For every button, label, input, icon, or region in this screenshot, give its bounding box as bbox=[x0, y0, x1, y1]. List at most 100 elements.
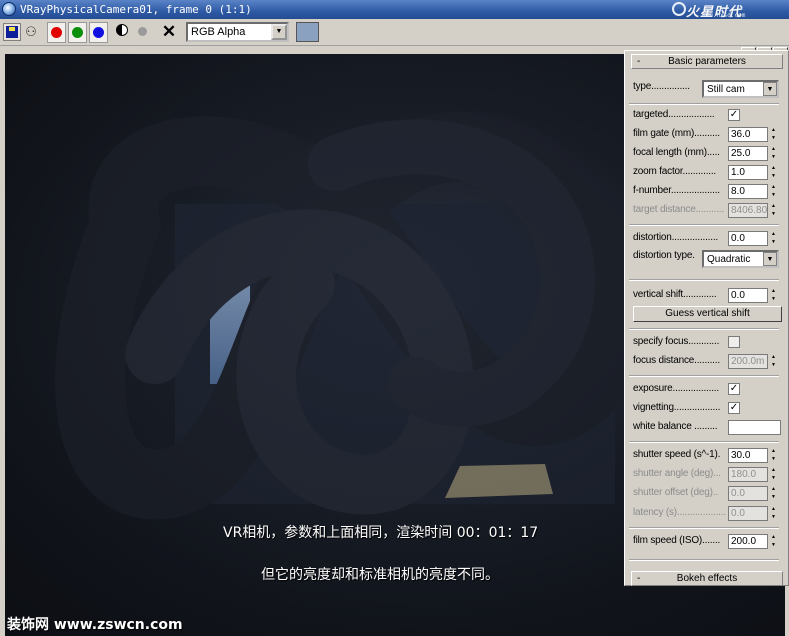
alpha-channel-button[interactable] bbox=[138, 27, 147, 36]
zoom-factor-spinner[interactable]: ▲ ▼ bbox=[769, 165, 778, 180]
blue-channel-button[interactable] bbox=[89, 22, 108, 43]
focus-distance-spinner[interactable]: ▲ ▼ bbox=[769, 354, 778, 369]
collapse-icon: - bbox=[637, 56, 641, 67]
spinner-down-icon[interactable]: ▼ bbox=[769, 456, 778, 463]
spinner-down-icon[interactable]: ▼ bbox=[769, 494, 778, 501]
distortion-type-select[interactable]: Quadratic ▼ bbox=[702, 250, 779, 268]
latency-input[interactable]: 0.0 bbox=[728, 506, 768, 521]
chevron-down-icon: ▼ bbox=[763, 252, 777, 266]
spinner-down-icon[interactable]: ▼ bbox=[769, 514, 778, 521]
monochrome-button[interactable] bbox=[116, 24, 128, 36]
clear-image-button[interactable]: ✕ bbox=[160, 22, 178, 42]
shutter-speed-spinner[interactable]: ▲ ▼ bbox=[769, 448, 778, 463]
specify-focus-checkbox[interactable] bbox=[728, 336, 740, 348]
spinner-down-icon[interactable]: ▼ bbox=[769, 542, 778, 549]
targeted-label: targeted.................. bbox=[633, 109, 715, 120]
spinner-up-icon[interactable]: ▲ bbox=[769, 486, 778, 493]
spinner-up-icon[interactable]: ▲ bbox=[769, 165, 778, 172]
film-speed-spinner[interactable]: ▲ ▼ bbox=[769, 534, 778, 549]
basic-parameters-rollout-header[interactable]: - Basic parameters bbox=[631, 54, 783, 69]
latency-spinner[interactable]: ▲ ▼ bbox=[769, 506, 778, 521]
green-channel-icon bbox=[72, 27, 83, 38]
spinner-down-icon[interactable]: ▼ bbox=[769, 135, 778, 142]
site-watermark: 装饰网 www.zswcn.com bbox=[7, 617, 183, 633]
shutter-offset-spinner[interactable]: ▲ ▼ bbox=[769, 486, 778, 501]
shutter-angle-spinner[interactable]: ▲ ▼ bbox=[769, 467, 778, 482]
distortion-spinner[interactable]: ▲ ▼ bbox=[769, 231, 778, 246]
vertical-shift-input[interactable]: 0.0 bbox=[728, 288, 768, 303]
zoom-factor-input[interactable]: 1.0 bbox=[728, 165, 768, 180]
logo-url: www.hxsd.com bbox=[702, 12, 746, 19]
spinner-up-icon[interactable]: ▲ bbox=[769, 127, 778, 134]
color-swatch-button[interactable] bbox=[296, 22, 319, 42]
spinner-down-icon[interactable]: ▼ bbox=[769, 239, 778, 246]
shutter-angle-input[interactable]: 180.0 bbox=[728, 467, 768, 482]
guess-vertical-shift-button[interactable]: Guess vertical shift bbox=[633, 306, 782, 322]
shutter-speed-input[interactable]: 30.0 bbox=[728, 448, 768, 463]
vertical-shift-spinner[interactable]: ▲ ▼ bbox=[769, 288, 778, 303]
render-caption-line-2: 但它的亮度却和标准相机的亮度不同。 bbox=[261, 567, 499, 583]
vignetting-checkbox[interactable]: ✓ bbox=[728, 402, 740, 414]
f-number-spinner[interactable]: ▲ ▼ bbox=[769, 184, 778, 199]
spinner-down-icon[interactable]: ▼ bbox=[769, 173, 778, 180]
separator bbox=[629, 441, 779, 443]
title-bar: VRayPhysicalCamera01, frame 0 (1:1) 火星时代… bbox=[0, 0, 789, 20]
targeted-checkbox[interactable]: ✓ bbox=[728, 109, 740, 121]
camera-type-select[interactable]: Still cam ▼ bbox=[702, 80, 779, 98]
camera-type-value: Still cam bbox=[707, 84, 745, 95]
distortion-type-value: Quadratic bbox=[707, 254, 751, 265]
focus-distance-input[interactable]: 200.0m bbox=[728, 354, 768, 369]
separator bbox=[629, 527, 779, 529]
spinner-down-icon[interactable]: ▼ bbox=[769, 296, 778, 303]
f-number-input[interactable]: 8.0 bbox=[728, 184, 768, 199]
distortion-input[interactable]: 0.0 bbox=[728, 231, 768, 246]
f-number-label: f-number................... bbox=[633, 185, 720, 196]
film-gate-spinner[interactable]: ▲ ▼ bbox=[769, 127, 778, 142]
shutter-offset-input[interactable]: 0.0 bbox=[728, 486, 768, 501]
separator bbox=[629, 559, 779, 561]
focal-length-input[interactable]: 25.0 bbox=[728, 146, 768, 161]
clone-window-button[interactable]: ⚇ bbox=[22, 23, 40, 41]
bokeh-effects-rollout-header[interactable]: - Bokeh effects bbox=[631, 571, 783, 586]
spinner-up-icon[interactable]: ▲ bbox=[769, 203, 778, 210]
specify-focus-label: specify focus............ bbox=[633, 336, 720, 347]
logo-ring-icon bbox=[672, 2, 686, 16]
channel-select[interactable]: RGB Alpha ▼ bbox=[186, 22, 289, 42]
film-speed-input[interactable]: 200.0 bbox=[728, 534, 768, 549]
white-balance-swatch[interactable] bbox=[728, 420, 781, 435]
spinner-up-icon[interactable]: ▲ bbox=[769, 231, 778, 238]
target-distance-label: target distance........... bbox=[633, 204, 724, 215]
spinner-up-icon[interactable]: ▲ bbox=[769, 534, 778, 541]
type-label: type............... bbox=[633, 81, 690, 92]
spinner-down-icon[interactable]: ▼ bbox=[769, 211, 778, 218]
shutter-offset-label: shutter offset (deg).. bbox=[633, 487, 718, 498]
exposure-checkbox[interactable]: ✓ bbox=[728, 383, 740, 395]
green-channel-button[interactable] bbox=[68, 22, 87, 43]
save-image-button[interactable] bbox=[3, 23, 21, 41]
focal-length-spinner[interactable]: ▲ ▼ bbox=[769, 146, 778, 161]
spinner-down-icon[interactable]: ▼ bbox=[769, 154, 778, 161]
spinner-up-icon[interactable]: ▲ bbox=[769, 506, 778, 513]
latency-label: latency (s)................... bbox=[633, 507, 726, 518]
spinner-up-icon[interactable]: ▲ bbox=[769, 288, 778, 295]
vignetting-label: vignetting.................. bbox=[633, 402, 721, 413]
spinner-down-icon[interactable]: ▼ bbox=[769, 192, 778, 199]
red-channel-button[interactable] bbox=[47, 22, 66, 43]
spinner-up-icon[interactable]: ▲ bbox=[769, 448, 778, 455]
film-gate-input[interactable]: 36.0 bbox=[728, 127, 768, 142]
spinner-up-icon[interactable]: ▲ bbox=[769, 467, 778, 474]
separator bbox=[629, 375, 779, 377]
render-caption-line-1: VR相机，参数和上面相同，渲染时间 00：01：17 bbox=[223, 525, 539, 541]
spinner-up-icon[interactable]: ▲ bbox=[769, 184, 778, 191]
shutter-angle-label: shutter angle (deg)... bbox=[633, 468, 721, 479]
frame-buffer-toolbar: ⚇ ✕ RGB Alpha ▼ bbox=[0, 19, 789, 46]
spinner-up-icon[interactable]: ▲ bbox=[769, 146, 778, 153]
channel-select-value: RGB Alpha bbox=[191, 26, 246, 38]
chevron-down-icon: ▼ bbox=[271, 24, 287, 40]
spinner-up-icon[interactable]: ▲ bbox=[769, 354, 778, 361]
target-distance-spinner[interactable]: ▲ ▼ bbox=[769, 203, 778, 218]
vertical-shift-label: vertical shift............. bbox=[633, 289, 717, 300]
spinner-down-icon[interactable]: ▼ bbox=[769, 362, 778, 369]
target-distance-input[interactable]: 8406.80 bbox=[728, 203, 768, 218]
spinner-down-icon[interactable]: ▼ bbox=[769, 475, 778, 482]
